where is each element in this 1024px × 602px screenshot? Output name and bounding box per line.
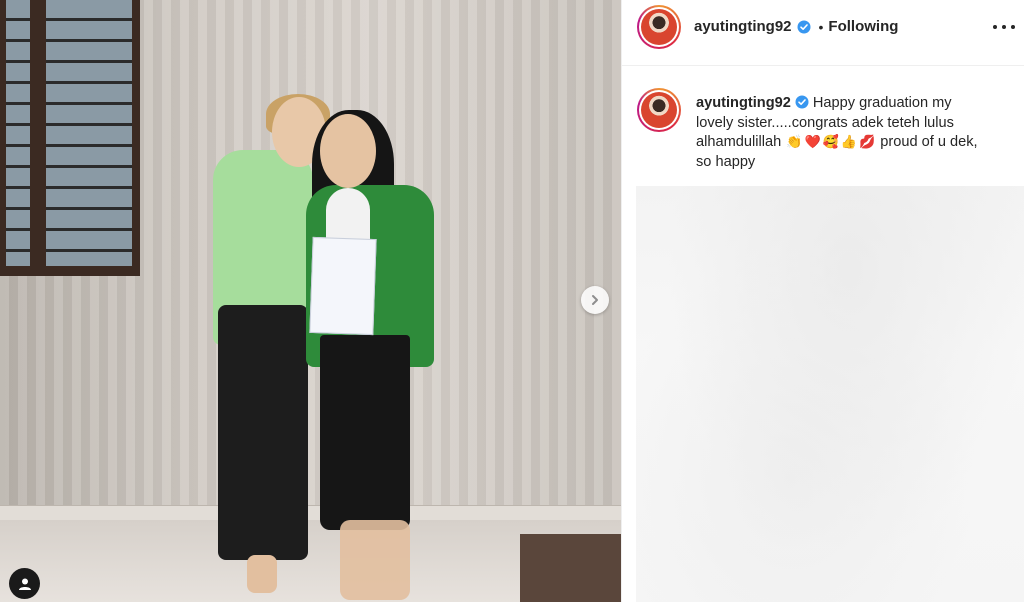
next-media-button[interactable] (581, 286, 609, 314)
following-button[interactable]: Following (828, 18, 898, 35)
username-link[interactable]: ayutingting92 (694, 18, 792, 35)
more-options-button[interactable] (993, 20, 1015, 34)
post-media[interactable] (0, 0, 621, 602)
verified-badge-icon (795, 95, 809, 109)
chevron-right-icon (592, 295, 598, 305)
header-user-line: ayutingting92 • Following (694, 18, 898, 35)
kiss-mark-emoji: 💋 (859, 135, 876, 151)
certificate-document (309, 236, 377, 336)
person-right-skirt (320, 335, 410, 530)
clapping-hands-emoji: 👏 (786, 135, 803, 151)
more-dot-icon (1011, 25, 1015, 29)
user-tag-icon (18, 578, 31, 590)
caption-text: ayutingting92 Happy graduation my lovely … (696, 94, 986, 172)
caption-avatar[interactable] (637, 88, 681, 132)
red-heart-emoji: ❤️ (804, 135, 821, 151)
person-left-feet (247, 555, 277, 593)
caption-username-link[interactable]: ayutingting92 (696, 95, 791, 111)
post-header: ayutingting92 • Following (622, 0, 1024, 66)
tagged-users-button[interactable] (9, 568, 40, 599)
person-right-legs (340, 520, 410, 600)
person-right-face (320, 114, 376, 188)
more-dot-icon (1002, 25, 1006, 29)
window (0, 0, 140, 276)
verified-badge-icon (797, 20, 811, 34)
thumbs-up-emoji: 👍 (840, 135, 857, 151)
separator-dot: • (818, 18, 824, 35)
smiling-hearts-emoji: 🥰 (822, 135, 839, 151)
door-mat (520, 534, 621, 602)
avatar[interactable] (637, 5, 681, 49)
person-left-pants (218, 305, 308, 560)
post-sidebar: ayutingting92 • Following ayutingting92 H… (621, 0, 1024, 602)
more-dot-icon (993, 25, 997, 29)
comments-area-blurred (636, 186, 1024, 602)
